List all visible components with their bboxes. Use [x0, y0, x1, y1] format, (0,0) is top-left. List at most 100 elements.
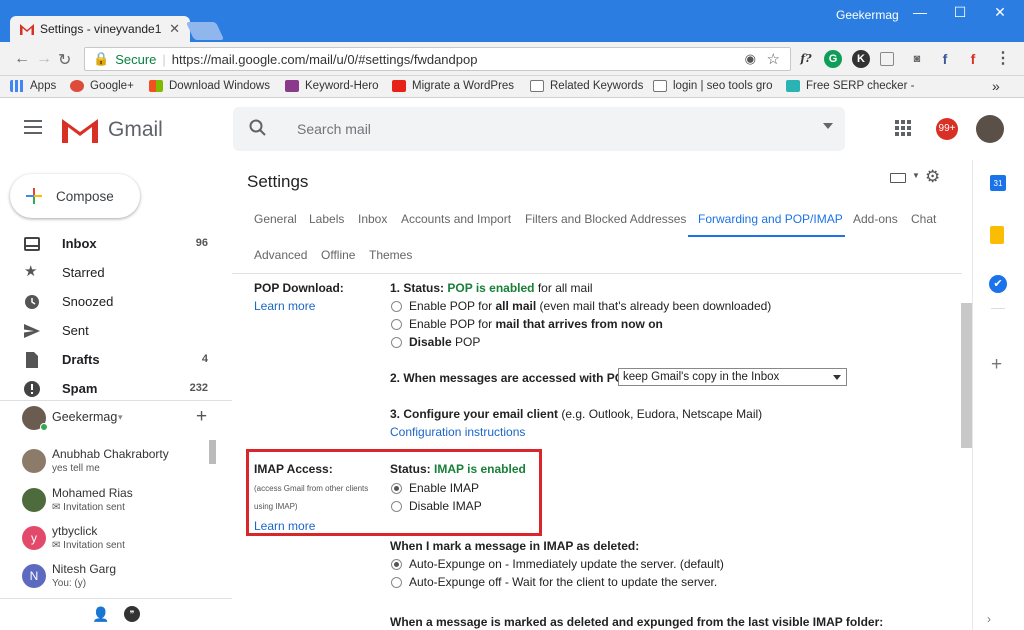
- contact-name: ytbyclick: [52, 524, 98, 538]
- bookmark-apps[interactable]: Apps: [10, 80, 56, 92]
- tasks-icon[interactable]: ✔: [989, 275, 1007, 293]
- eye-icon[interactable]: ◉: [745, 51, 756, 67]
- browser-profile-name[interactable]: Geekermag: [836, 8, 899, 22]
- calendar-icon[interactable]: 31: [990, 175, 1006, 191]
- pop-all-mail-radio[interactable]: [391, 301, 402, 312]
- tab-forwarding-pop-imap[interactable]: Forwarding and POP/IMAP: [698, 212, 843, 226]
- more-bookmarks-icon[interactable]: »: [992, 78, 1000, 94]
- compose-button[interactable]: Compose: [10, 174, 140, 218]
- keep-icon[interactable]: [990, 226, 1004, 244]
- sidebar-item-spam[interactable]: Spam 232: [0, 375, 222, 403]
- sidebar-item-starred[interactable]: ★ Starred: [0, 259, 222, 287]
- close-window-icon[interactable]: ✕: [980, 4, 1020, 21]
- configuration-instructions-link[interactable]: Configuration instructions: [390, 425, 525, 439]
- keyword-hero-icon: [285, 80, 299, 92]
- bookmark-label: Keyword-Hero: [305, 80, 379, 92]
- pop-disable-radio[interactable]: [391, 337, 402, 348]
- chrome-menu-icon[interactable]: ⋮: [994, 50, 1012, 68]
- tab-filters[interactable]: Filters and Blocked Addresses: [525, 212, 686, 226]
- sidebar: Compose Inbox 96 ★ Starred Snoozed Sent …: [0, 160, 232, 630]
- hangouts-user-dropdown-icon[interactable]: ▾: [118, 412, 123, 423]
- gear-icon[interactable]: ⚙: [925, 167, 940, 187]
- hangouts-user-name[interactable]: Geekermag: [52, 410, 117, 424]
- copy-extension-icon[interactable]: [880, 52, 894, 66]
- close-tab-icon[interactable]: ✕: [169, 21, 180, 37]
- sidebar-item-sent[interactable]: Sent: [0, 317, 222, 345]
- hangouts-quote-icon[interactable]: ❞: [124, 606, 140, 622]
- new-tab-button[interactable]: [185, 22, 225, 40]
- page-title: Settings: [247, 172, 309, 191]
- bookmark-star-icon[interactable]: ☆: [767, 50, 780, 68]
- config-client-hint: (e.g. Outlook, Eudora, Netscape Mail): [558, 407, 763, 421]
- input-tools-dropdown-icon[interactable]: ▼: [912, 171, 920, 180]
- flipboard-extension-icon[interactable]: f: [964, 50, 982, 68]
- fx-extension-icon[interactable]: f?: [797, 50, 815, 68]
- auto-expunge-on-radio[interactable]: [391, 559, 402, 570]
- minimize-icon[interactable]: —: [900, 4, 940, 20]
- sidebar-item-snoozed[interactable]: Snoozed: [0, 288, 222, 316]
- address-bar[interactable]: 🔒 Secure | https://mail.google.com/mail/…: [84, 47, 791, 71]
- enable-imap-radio[interactable]: [391, 483, 402, 494]
- search-bar[interactable]: Search mail: [233, 107, 845, 151]
- url-text[interactable]: https://mail.google.com/mail/u/0/#settin…: [172, 52, 478, 67]
- back-icon[interactable]: ←: [14, 50, 30, 68]
- sidebar-item-inbox[interactable]: Inbox 96: [0, 230, 222, 258]
- tab-offline[interactable]: Offline: [321, 248, 355, 262]
- reload-icon[interactable]: ↻: [58, 50, 71, 70]
- disable-imap-radio[interactable]: [391, 501, 402, 512]
- bookmark-keyword-hero[interactable]: Keyword-Hero: [285, 80, 379, 92]
- contacts-person-icon[interactable]: 👤: [92, 606, 109, 623]
- bookmark-download-windows[interactable]: Download Windows: [149, 80, 270, 92]
- settings-scrollbar[interactable]: [961, 303, 972, 448]
- collapse-panel-icon[interactable]: ›: [987, 612, 991, 626]
- tab-labels[interactable]: Labels: [309, 212, 344, 226]
- hangouts-contact[interactable]: N Nitesh Garg You: (y): [20, 562, 220, 598]
- tab-themes[interactable]: Themes: [369, 248, 412, 262]
- main-menu-icon[interactable]: [24, 120, 42, 134]
- google-plus-icon: [70, 80, 84, 92]
- browser-tab[interactable]: Settings - vineyvande19 ✕: [10, 16, 190, 42]
- hangouts-contact[interactable]: Anubhab Chakraborty yes tell me: [20, 447, 220, 483]
- grammarly-extension-icon[interactable]: G: [824, 50, 842, 68]
- apps-grid-icon: [10, 80, 24, 92]
- imap-learn-more-link[interactable]: Learn more: [254, 519, 315, 533]
- tab-inbox[interactable]: Inbox: [358, 212, 387, 226]
- pop-from-now-radio[interactable]: [391, 319, 402, 330]
- compose-label: Compose: [56, 188, 114, 204]
- tab-advanced[interactable]: Advanced: [254, 248, 307, 262]
- bookmark-label: login | seo tools gro: [673, 80, 773, 92]
- bookmark-related-keywords[interactable]: Related Keywords: [530, 80, 643, 92]
- bookmark-free-serp-checker[interactable]: Free SERP checker -: [786, 80, 914, 92]
- pop-access-select[interactable]: keep Gmail's copy in the Inbox: [618, 368, 847, 386]
- tab-add-ons[interactable]: Add-ons: [853, 212, 898, 226]
- hangouts-contact[interactable]: y ytbyclick ✉ Invitation sent: [20, 524, 220, 560]
- tab-general[interactable]: General: [254, 212, 297, 226]
- keyboard-icon[interactable]: [890, 173, 906, 183]
- forward-icon[interactable]: →: [36, 50, 52, 68]
- new-conversation-icon[interactable]: +: [196, 406, 207, 428]
- bookmark-google-plus[interactable]: Google+: [70, 80, 134, 92]
- pop-learn-more-link[interactable]: Learn more: [254, 299, 315, 313]
- auto-expunge-off-radio[interactable]: [391, 577, 402, 588]
- k-extension-icon[interactable]: K: [852, 50, 870, 68]
- gmail-logo[interactable]: Gmail: [62, 116, 163, 143]
- hangouts-contact[interactable]: Mohamed Rias ✉ Invitation sent: [20, 486, 220, 522]
- camera-extension-icon[interactable]: ◙: [908, 50, 926, 68]
- tab-chat[interactable]: Chat: [911, 212, 936, 226]
- notifications-badge[interactable]: 99+: [936, 118, 958, 140]
- get-add-ons-icon[interactable]: +: [991, 354, 1002, 376]
- search-input[interactable]: Search mail: [297, 121, 371, 137]
- bookmark-migrate-wordpress[interactable]: Migrate a WordPres: [392, 80, 514, 92]
- side-panel: 31 ✔ + ›: [972, 160, 1024, 630]
- lock-icon: 🔒: [93, 51, 110, 66]
- sidebar-item-drafts[interactable]: Drafts 4: [0, 346, 222, 374]
- apps-launcher-icon[interactable]: [895, 120, 911, 136]
- account-avatar[interactable]: [976, 115, 1004, 143]
- bookmark-seo-tools[interactable]: login | seo tools gro: [653, 80, 773, 92]
- facebook-extension-icon[interactable]: f: [936, 50, 954, 68]
- tab-accounts-and-import[interactable]: Accounts and Import: [401, 212, 511, 226]
- invite-envelope-icon: ✉: [52, 502, 64, 513]
- search-options-icon[interactable]: [823, 123, 833, 129]
- option-emphasis: Disable: [409, 335, 452, 349]
- maximize-icon[interactable]: ☐: [940, 4, 980, 21]
